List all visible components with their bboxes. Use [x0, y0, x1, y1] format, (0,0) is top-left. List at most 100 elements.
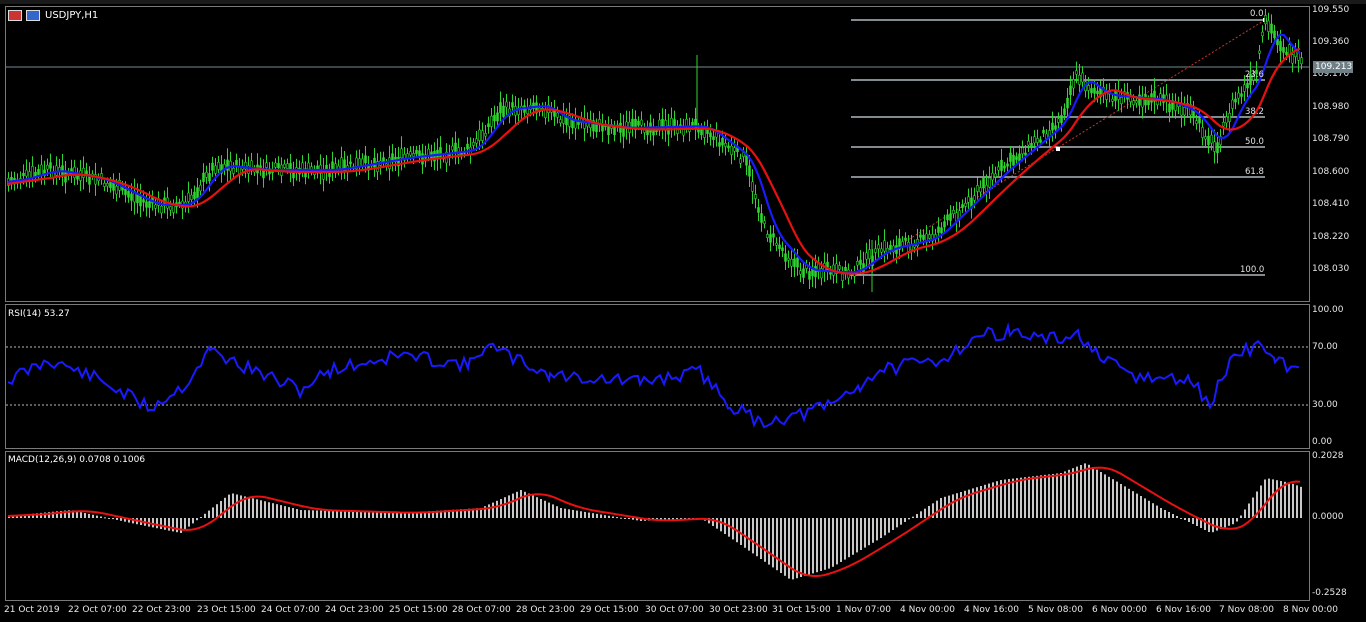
- time-tick: 1 Nov 07:00: [836, 605, 891, 615]
- candle-body: [502, 105, 505, 117]
- candle-body: [988, 177, 991, 188]
- macd-histogram-bar: [788, 518, 790, 579]
- candle-body: [781, 247, 784, 252]
- candle-body: [775, 242, 778, 246]
- macd-histogram-bar: [92, 514, 94, 518]
- candle-body: [1036, 138, 1039, 143]
- candle-body: [496, 112, 499, 122]
- rsi-tick: 30.00: [1312, 400, 1338, 410]
- candle-body: [1222, 122, 1225, 127]
- time-tick: 6 Nov 16:00: [1156, 605, 1211, 615]
- candle-body: [1051, 122, 1054, 131]
- macd-histogram-bar: [272, 503, 274, 518]
- macd-histogram-bar: [852, 518, 854, 555]
- candle-body: [778, 244, 781, 249]
- time-tick: 24 Oct 23:00: [325, 605, 384, 615]
- macd-histogram-bar: [264, 501, 266, 518]
- candle-body: [838, 265, 841, 270]
- candle-body: [760, 213, 763, 223]
- candle-body: [928, 234, 931, 239]
- candle-body: [1072, 79, 1075, 89]
- moving-average-slow: [7, 47, 1301, 275]
- candle-body: [208, 173, 211, 182]
- macd-histogram-bar: [1076, 466, 1078, 518]
- macd-histogram-bar: [960, 492, 962, 518]
- macd-histogram-bar: [924, 508, 926, 518]
- candle-body: [727, 145, 730, 149]
- fib-level-label: 50.0: [1245, 137, 1264, 147]
- candle-body: [979, 187, 982, 193]
- macd-tick: -0.2528: [1312, 588, 1347, 598]
- candle-body: [124, 188, 127, 195]
- macd-histogram-bar: [616, 517, 618, 519]
- candle-body: [265, 162, 268, 168]
- macd-histogram-bar: [824, 518, 826, 570]
- candle-body: [994, 173, 997, 178]
- candle-body: [1066, 97, 1069, 109]
- rsi-label: RSI(14) 53.27: [8, 309, 70, 319]
- candle-body: [283, 163, 286, 168]
- candle-body: [25, 169, 28, 177]
- time-tick: 28 Oct 23:00: [516, 605, 575, 615]
- candle-body: [187, 192, 190, 202]
- macd-histogram-bar: [560, 508, 562, 518]
- macd-histogram-bar: [856, 518, 858, 553]
- macd-histogram-bar: [120, 518, 122, 521]
- macd-histogram-bar: [516, 491, 518, 518]
- candle-body: [1060, 115, 1063, 123]
- macd-histogram-bar: [804, 518, 806, 576]
- candle-body: [427, 148, 430, 156]
- candle-body: [49, 162, 52, 169]
- macd-histogram-bar: [812, 518, 814, 574]
- candle-body: [478, 129, 481, 141]
- macd-histogram-bar: [1116, 481, 1118, 518]
- candle-body: [1204, 136, 1207, 140]
- candle-body: [412, 153, 415, 157]
- macd-histogram-bar: [104, 517, 106, 519]
- macd-histogram-bar: [1252, 497, 1254, 518]
- macd-histogram-bar: [184, 518, 186, 530]
- candle-body: [1258, 50, 1261, 54]
- candle-body: [718, 142, 721, 147]
- macd-histogram-bar: [360, 511, 362, 518]
- macd-histogram-bar: [1264, 479, 1266, 518]
- candle-body: [205, 171, 208, 178]
- macd-histogram-bar: [236, 494, 238, 518]
- macd-histogram-bar: [596, 513, 598, 518]
- candle-body: [784, 253, 787, 262]
- candle-body: [613, 126, 616, 136]
- macd-histogram-bar: [1208, 518, 1210, 532]
- candle-body: [1081, 72, 1084, 83]
- macd-histogram-bar: [764, 518, 766, 562]
- macd-histogram-bar: [260, 500, 262, 518]
- time-tick: 25 Oct 15:00: [389, 605, 448, 615]
- candle-body: [1120, 97, 1123, 104]
- candle-body: [889, 244, 892, 251]
- candle-body: [1273, 30, 1276, 39]
- candle-body: [955, 212, 958, 222]
- candle-body: [808, 271, 811, 280]
- macd-histogram-bar: [256, 499, 258, 518]
- macd-histogram-bar: [1084, 463, 1086, 518]
- candle-body: [196, 187, 199, 199]
- macd-histogram-bar: [1224, 518, 1226, 528]
- macd-histogram-bar: [116, 518, 118, 520]
- macd-histogram-bar: [248, 497, 250, 518]
- macd-histogram-bar: [356, 511, 358, 518]
- macd-histogram-bar: [572, 509, 574, 518]
- candle-body: [1237, 92, 1240, 99]
- macd-histogram-bar: [1148, 500, 1150, 518]
- candle-body: [1291, 54, 1294, 64]
- candle-body: [415, 149, 418, 154]
- time-tick: 22 Oct 23:00: [132, 605, 191, 615]
- candle-body: [475, 138, 478, 144]
- macd-histogram-bar: [1152, 503, 1154, 518]
- macd-histogram-bar: [384, 512, 386, 518]
- macd-histogram-bar: [820, 518, 822, 571]
- macd-histogram-bar: [840, 518, 842, 562]
- macd-histogram-bar: [896, 518, 898, 528]
- candle-body: [1039, 139, 1042, 143]
- candle-body: [1261, 31, 1264, 37]
- macd-histogram-bar: [1104, 474, 1106, 518]
- macd-histogram-bar: [1276, 480, 1278, 518]
